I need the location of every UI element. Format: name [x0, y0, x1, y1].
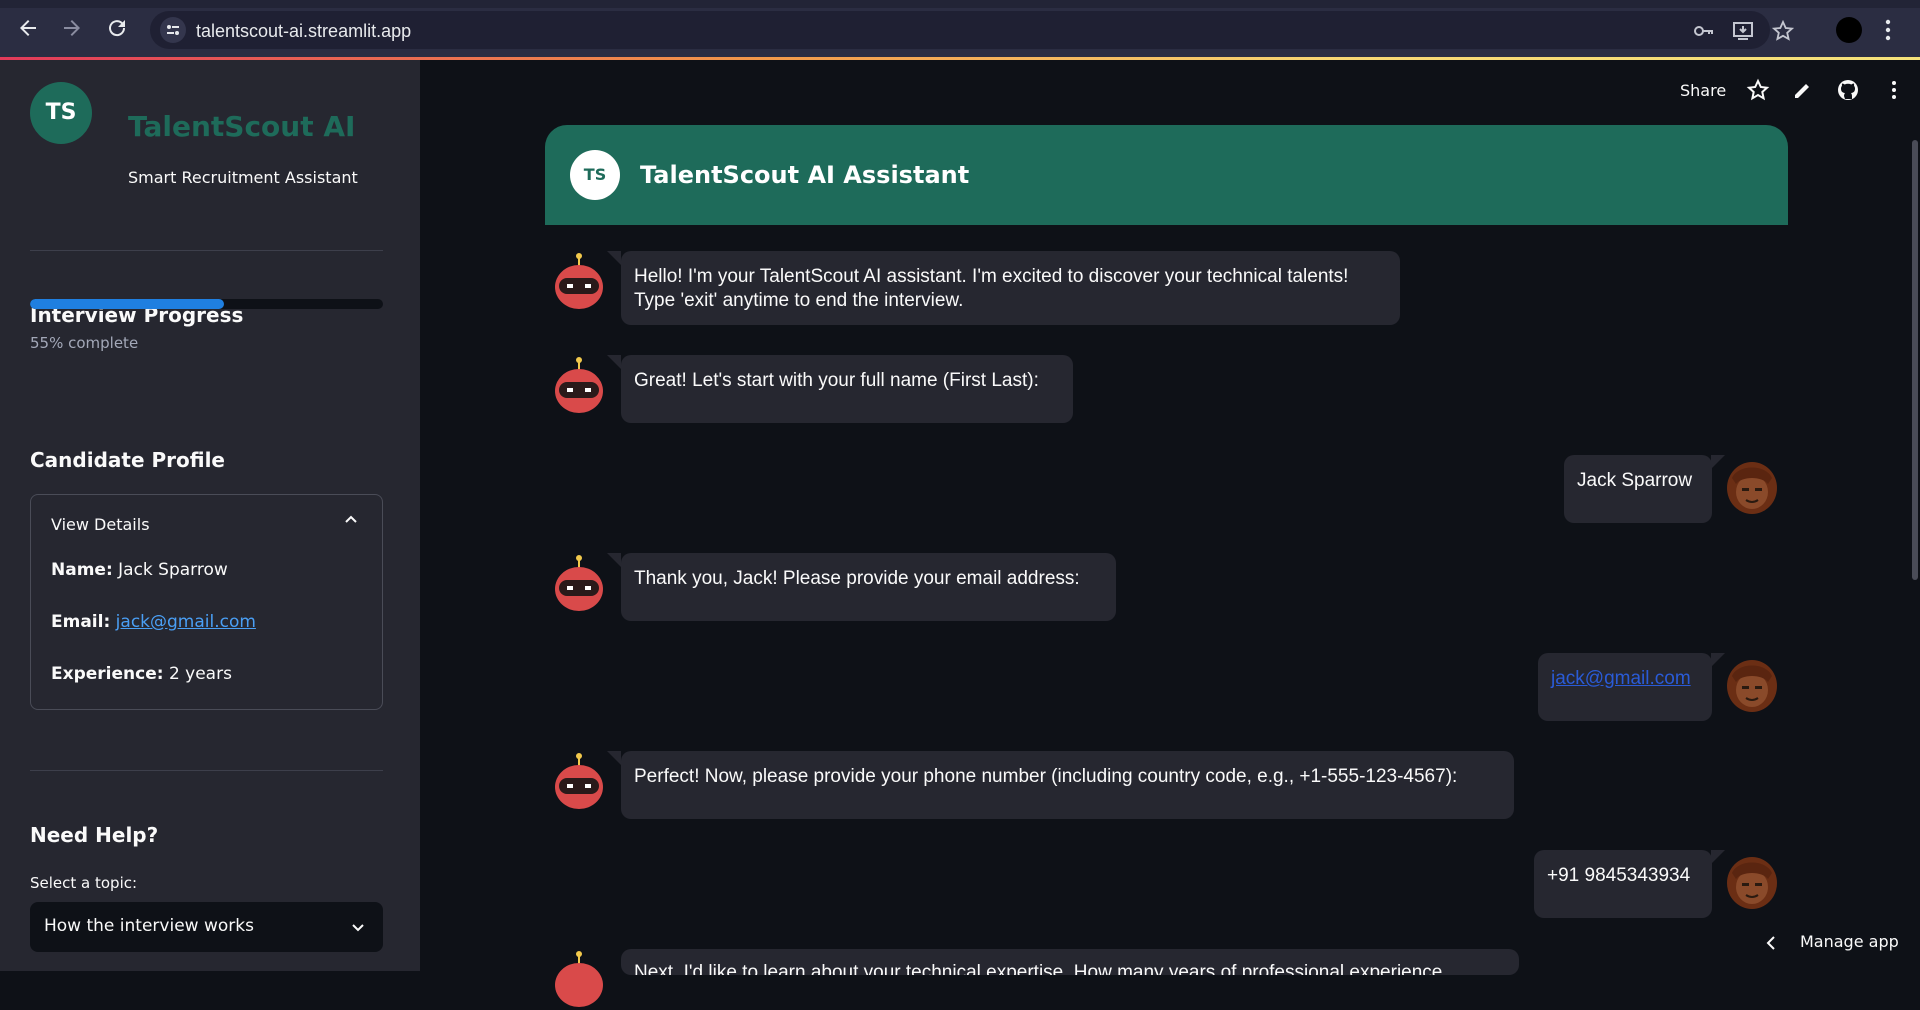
message-line: Type 'exit' anytime to end the interview…	[634, 290, 964, 311]
email-link[interactable]: jack@gmail.com	[116, 612, 256, 632]
profile-email-row: Email: jack@gmail.com	[51, 612, 256, 632]
bubble-tail	[1711, 455, 1725, 469]
sidebar-divider	[30, 250, 383, 251]
email-message-link[interactable]: jack@gmail.com	[1551, 668, 1691, 689]
back-icon[interactable]	[16, 16, 40, 40]
bubble-tail	[607, 553, 621, 567]
site-info-icon[interactable]	[160, 17, 186, 43]
help-heading: Need Help?	[30, 823, 159, 847]
user-avatar-icon	[1727, 857, 1777, 909]
bot-avatar-icon	[555, 357, 603, 413]
bubble-tail	[1711, 850, 1725, 864]
profile-heading: Candidate Profile	[30, 448, 225, 472]
browser-chrome: talentscout-ai.streamlit.app	[0, 0, 1920, 60]
experience-label: Experience:	[51, 664, 164, 684]
user-avatar-icon	[1727, 660, 1777, 712]
brand-title: TalentScout AI	[128, 110, 356, 143]
message-line: Perfect! Now, please provide your phone …	[634, 766, 1458, 787]
bot-avatar-icon	[555, 753, 603, 809]
forward-icon[interactable]	[60, 16, 84, 40]
user-message: jack@gmail.com	[1538, 653, 1712, 721]
github-icon[interactable]	[1836, 78, 1860, 102]
bot-message: Next, I'd like to learn about your techn…	[621, 949, 1519, 975]
experience-value: 2 years	[168, 664, 232, 684]
bot-message: Great! Let's start with your full name (…	[621, 355, 1073, 423]
bubble-tail	[607, 355, 621, 369]
bot-avatar-icon	[555, 253, 603, 309]
progress-bar-fill	[30, 299, 225, 309]
url-text[interactable]: talentscout-ai.streamlit.app	[196, 21, 411, 42]
bot-message: Thank you, Jack! Please provide your ema…	[621, 553, 1116, 621]
brand-subtitle: Smart Recruitment Assistant	[128, 168, 358, 187]
message-line: +91 9845343934	[1547, 865, 1691, 886]
profile-name-row: Name: Jack Sparrow	[51, 560, 228, 580]
profile-avatar[interactable]	[1836, 17, 1862, 43]
sidebar-divider	[30, 770, 383, 771]
message-line: Thank you, Jack! Please provide your ema…	[634, 568, 1080, 589]
bubble-tail	[1711, 653, 1725, 667]
chat-header: TS TalentScout AI Assistant	[545, 125, 1788, 225]
message-line: Next, I'd like to learn about your techn…	[634, 962, 1443, 975]
address-bar[interactable]: talentscout-ai.streamlit.app	[150, 11, 1795, 49]
more-options-icon[interactable]	[1882, 78, 1906, 102]
email-label: Email:	[51, 612, 111, 632]
bot-message: Perfect! Now, please provide your phone …	[621, 751, 1514, 819]
scrollbar[interactable]	[1912, 140, 1918, 580]
chat-header-logo: TS	[570, 150, 620, 200]
edit-pencil-icon[interactable]	[1791, 78, 1815, 102]
message-line: Jack Sparrow	[1577, 470, 1693, 491]
chevron-left-icon[interactable]	[1764, 934, 1778, 952]
topic-select-label: Select a topic:	[30, 874, 138, 892]
install-app-icon[interactable]	[1732, 20, 1754, 42]
topic-select-value[interactable]: How the interview works	[44, 916, 254, 936]
reload-icon[interactable]	[105, 16, 129, 40]
sidebar: TS TalentScout AI Smart Recruitment Assi…	[0, 60, 420, 971]
user-message: +91 9845343934	[1534, 850, 1712, 918]
chevron-down-icon[interactable]	[349, 918, 367, 936]
bot-avatar-icon	[555, 555, 603, 611]
brand-logo: TS	[30, 82, 92, 144]
user-avatar-icon	[1727, 462, 1777, 514]
tab-strip	[0, 0, 1920, 8]
chat-header-title: TalentScout AI Assistant	[640, 161, 970, 189]
profile-expander[interactable]: View Details Name: Jack Sparrow Email: j…	[30, 494, 383, 710]
share-button[interactable]: Share	[1680, 81, 1726, 100]
bubble-tail	[607, 751, 621, 765]
message-line: Great! Let's start with your full name (…	[634, 370, 1039, 391]
expander-label[interactable]: View Details	[51, 515, 150, 534]
topic-select[interactable]: How the interview works	[30, 902, 383, 952]
key-icon[interactable]	[1692, 20, 1714, 42]
bot-avatar-icon	[555, 951, 603, 1007]
bookmark-star-icon[interactable]	[1771, 19, 1795, 42]
manage-app-button[interactable]: Manage app	[1800, 932, 1899, 951]
star-icon[interactable]	[1746, 78, 1770, 102]
user-message: Jack Sparrow	[1564, 455, 1712, 523]
bot-message: Hello! I'm your TalentScout AI assistant…	[621, 251, 1400, 325]
progress-text: 55% complete	[30, 334, 139, 352]
browser-menu-icon[interactable]	[1882, 17, 1894, 43]
message-line: Hello! I'm your TalentScout AI assistant…	[634, 266, 1349, 287]
bubble-tail	[607, 251, 621, 265]
progress-bar	[30, 299, 383, 309]
name-label: Name:	[51, 560, 113, 580]
profile-experience-row: Experience: 2 years	[51, 664, 232, 684]
name-value: Jack Sparrow	[118, 560, 228, 580]
chevron-up-icon[interactable]	[342, 511, 360, 529]
